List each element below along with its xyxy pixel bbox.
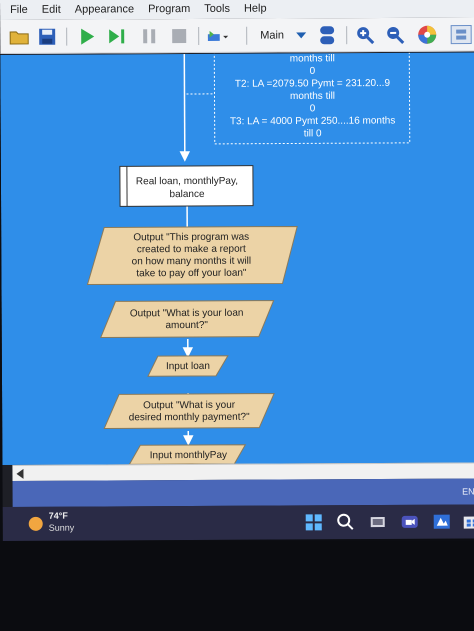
sun-icon[interactable] [28,516,43,531]
scroll-left-icon[interactable] [16,468,24,479]
screen: File Edit Appearance Program Tools Help [0,0,474,541]
watch-text-line-1: 0 [310,66,316,77]
app-icon[interactable] [433,513,451,531]
watch-text-line-0: months till [290,53,335,64]
zoom-in-icon[interactable] [354,24,376,46]
store-icon[interactable] [463,512,474,530]
save-icon[interactable] [36,26,58,48]
variables-icon[interactable] [316,24,338,46]
menu-tools[interactable]: Tools [204,3,230,15]
status-bar: EN [12,478,474,507]
run-icon[interactable] [76,25,98,47]
layout-icon[interactable] [450,24,472,46]
declare-text-line-0: Real loan, monthlyPay, [136,176,238,188]
task-view-icon[interactable] [369,513,387,531]
menu-edit[interactable]: Edit [42,4,61,16]
output2-text-line-1: amount?" [165,320,208,331]
monitor-bezel [0,541,474,631]
input2-text-line-0: Input monthlyPay [150,450,227,461]
color-wheel-icon[interactable] [416,24,438,46]
output3-text-line-1: desired monthly payment?" [129,412,250,424]
output1-text-line-1: created to make a report [137,244,246,256]
weather-temperature[interactable]: 74°F [49,511,68,521]
menu-help[interactable]: Help [244,3,267,15]
toolbar: Main [0,17,474,54]
pause-icon[interactable] [138,25,160,47]
weather-condition[interactable]: Sunny [49,523,75,533]
stop-icon[interactable] [168,25,190,47]
menu-file[interactable]: File [10,4,28,16]
run-mode-select[interactable]: Main [252,24,308,46]
taskbar: 74°F Sunny [2,504,474,541]
watch-text-line-4: 0 [310,103,316,114]
chevron-down-icon [296,32,307,39]
menu-appearance[interactable]: Appearance [75,3,134,15]
output3-text-line-0: Output "What is your [143,400,236,411]
output1-text-line-2: on how many months it will [132,256,252,268]
language-indicator[interactable]: EN [462,487,474,497]
menu-program[interactable]: Program [148,3,190,15]
output1-text-line-0: Output "This program was [133,232,249,244]
watch-text-line-3: months till [290,91,335,102]
video-call-icon[interactable] [401,513,419,531]
open-folder-icon[interactable] [8,26,30,48]
speed-slider-icon[interactable] [206,25,229,47]
declare-text-line-1: balance [169,189,205,200]
start-icon[interactable] [305,513,323,531]
run-mode-label: Main [260,29,285,42]
watch-text-line-6: till 0 [304,128,322,139]
step-icon[interactable] [106,25,128,47]
output1-text-line-3: take to pay off your loan" [136,268,247,280]
search-icon[interactable] [337,513,355,531]
output2-text-line-0: Output "What is your loan [130,308,244,320]
watch-text-line-2: T2: LA =2079.50 Pymt = 231.20...9 [235,78,391,90]
flowchart-diagram: months till0T2: LA =2079.50 Pymt = 231.2… [86,52,411,465]
flowchart-canvas[interactable]: months till 0 T2: LA =2079.50 Pymt = 231.2… [0,52,474,465]
watch-text-line-5: T3: LA = 4000 Pymt 250....16 months [230,115,395,127]
zoom-out-icon[interactable] [384,24,406,46]
input1-text-line-0: Input loan [166,361,210,372]
